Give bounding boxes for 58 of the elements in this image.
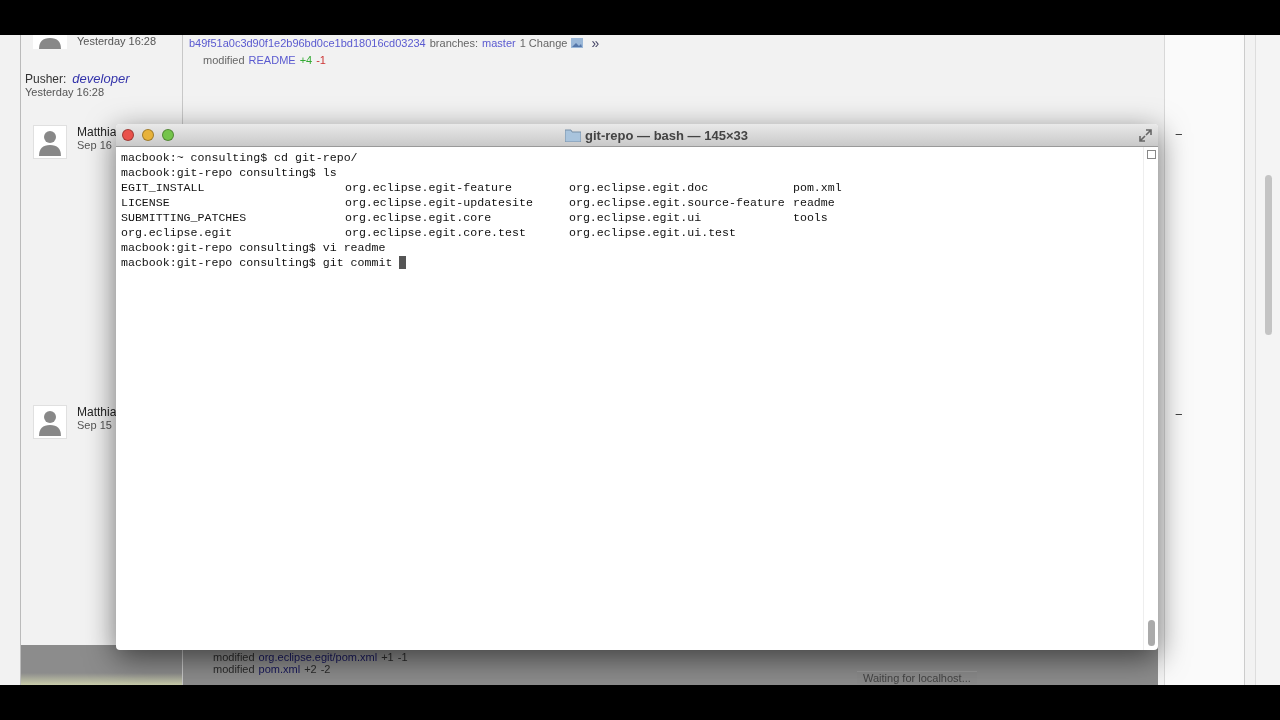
branch-link[interactable]: master	[482, 37, 516, 49]
terminal-line: macbook:git-repo consulting$ vi readme	[121, 240, 386, 255]
file-name: org.eclipse.egit.source-feature	[569, 195, 786, 210]
fullscreen-icon[interactable]	[1139, 128, 1152, 142]
file-link[interactable]: pom.xml	[258, 663, 301, 675]
file-name: org.eclipse.egit.ui.test	[569, 225, 737, 240]
removed-count: -1	[316, 54, 326, 66]
file-name: SUBMITTING_PATCHES	[121, 210, 248, 225]
change-count: 1 Change	[519, 37, 568, 49]
push-time: Yesterday 16:28	[25, 86, 106, 98]
terminal-line: macbook:git-repo consulting$ git commit	[121, 255, 393, 270]
pusher-label: Pusher:	[25, 72, 67, 86]
collapse-button[interactable]: −	[1175, 127, 1183, 142]
file-name: org.eclipse.egit.doc	[569, 180, 710, 195]
status-text: Waiting for localhost...	[857, 671, 977, 684]
removed-count: -1	[397, 651, 408, 663]
file-name: org.eclipse.egit-feature	[345, 180, 513, 195]
file-link[interactable]: org.eclipse.egit/pom.xml	[258, 651, 378, 663]
file-name: LICENSE	[121, 195, 171, 210]
pusher-link[interactable]: developer	[72, 71, 130, 86]
file-name: pom.xml	[793, 180, 843, 195]
added-count: +2	[304, 663, 317, 675]
commit-date: Sep 15	[77, 419, 113, 431]
avatar-icon	[33, 125, 67, 159]
scroll-button[interactable]	[1146, 150, 1156, 159]
file-action: modified	[213, 651, 255, 663]
file-name: tools	[793, 210, 829, 225]
avatar-icon	[33, 405, 67, 439]
expand-link[interactable]: »	[591, 35, 600, 51]
terminal-line: macbook:~ consulting$ cd git-repo/	[121, 150, 358, 165]
file-action: modified	[203, 54, 245, 66]
removed-count: -2	[320, 663, 331, 675]
file-name: org.eclipse.egit.ui	[569, 210, 703, 225]
branches-label: branches:	[429, 37, 479, 49]
added-count: +1	[381, 651, 394, 663]
added-count: +4	[299, 54, 313, 66]
terminal-line: macbook:git-repo consulting$ ls	[121, 165, 337, 180]
file-name: org.eclipse.egit.core	[345, 210, 493, 225]
commit-date: Sep 16	[77, 139, 113, 151]
file-name: org.eclipse.egit	[121, 225, 234, 240]
collapse-button[interactable]: −	[1175, 407, 1183, 422]
folder-icon	[565, 128, 582, 142]
minimize-button[interactable]	[142, 129, 154, 141]
file-name: org.eclipse.egit.core.test	[345, 225, 527, 240]
avatar-icon	[33, 35, 67, 49]
author-name: Matthia	[77, 125, 117, 139]
zoom-button[interactable]	[162, 129, 174, 141]
file-link[interactable]: README	[248, 54, 296, 66]
file-action: modified	[213, 663, 255, 675]
commit-time: Yesterday 16:28	[77, 35, 157, 47]
file-name: readme	[793, 195, 836, 210]
commit-hash-link[interactable]: b49f51a0c3d90f1e2b96bd0ce1bd18016cd03234	[189, 37, 426, 49]
file-name: EGIT_INSTALL	[121, 180, 206, 195]
close-button[interactable]	[122, 129, 134, 141]
image-icon[interactable]	[571, 38, 584, 48]
window-title: git-repo — bash — 145×33	[585, 127, 748, 143]
file-name: org.eclipse.egit-updatesite	[345, 195, 534, 210]
author-name: Matthia	[77, 405, 117, 419]
